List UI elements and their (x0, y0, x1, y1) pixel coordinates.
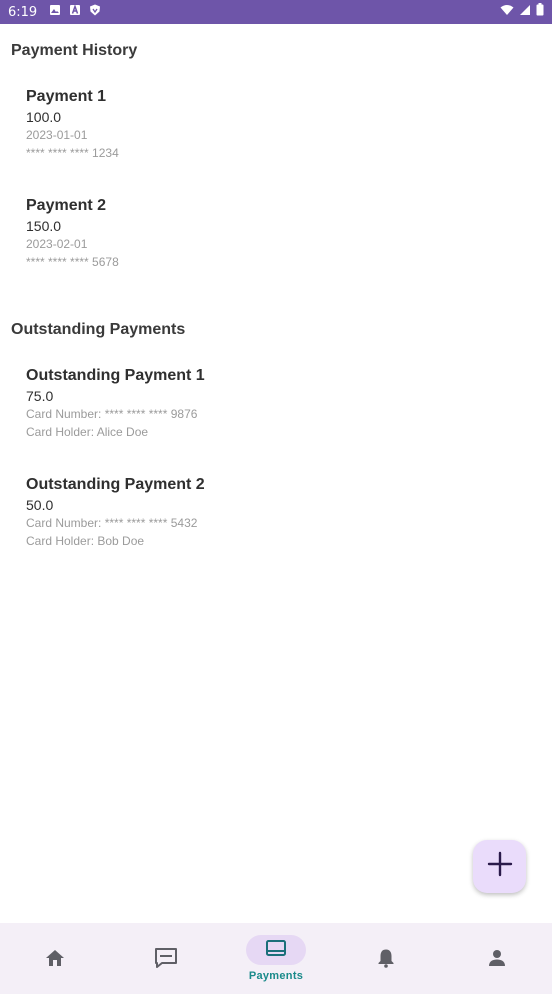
add-payment-button[interactable] (473, 840, 526, 893)
payments-icon (266, 939, 287, 961)
payment-history-title: Payment History (11, 42, 138, 59)
plus-icon (487, 851, 513, 882)
payment-amount: 100.0 (26, 109, 62, 125)
payment-history-item[interactable]: Payment 1 100.0 2023-01-01 **** **** ***… (26, 87, 119, 162)
nav-notifications[interactable] (331, 923, 441, 994)
status-time: 6:19 (8, 4, 38, 20)
outstanding-amount: 50.0 (26, 497, 54, 513)
payment-title: Payment 1 (26, 88, 107, 105)
payment-card: **** **** **** 1234 (26, 146, 119, 160)
nav-profile[interactable] (442, 923, 552, 994)
outstanding-card-number: Card Number: **** **** **** 9876 (26, 407, 198, 421)
outstanding-title: Outstanding Payment 1 (26, 367, 205, 384)
outstanding-amount: 75.0 (26, 388, 54, 404)
person-icon (488, 949, 506, 972)
home-icon (45, 949, 65, 972)
payment-date: 2023-02-01 (26, 237, 88, 251)
nav-payments-label: Payments (248, 970, 304, 982)
status-bar: 6:19 (0, 0, 552, 24)
outstanding-card-holder: Card Holder: Alice Doe (26, 425, 149, 439)
outstanding-payment-item[interactable]: Outstanding Payment 1 75.0 Card Number: … (26, 366, 205, 441)
wifi-icon (500, 3, 514, 21)
nav-home[interactable] (0, 923, 110, 994)
battery-icon (536, 3, 544, 21)
outstanding-card-holder: Card Holder: Bob Doe (26, 534, 145, 548)
outstanding-card-number: Card Number: **** **** **** 5432 (26, 516, 198, 530)
a-icon (69, 3, 81, 21)
payment-history-item[interactable]: Payment 2 150.0 2023-02-01 **** **** ***… (26, 196, 119, 271)
outstanding-payment-item[interactable]: Outstanding Payment 2 50.0 Card Number: … (26, 475, 205, 550)
signal-icon (519, 3, 531, 21)
payment-amount: 150.0 (26, 218, 62, 234)
image-icon (49, 3, 61, 21)
payment-card: **** **** **** 5678 (26, 255, 119, 269)
outstanding-payments-title: Outstanding Payments (11, 321, 186, 338)
outstanding-title: Outstanding Payment 2 (26, 476, 205, 493)
payment-title: Payment 2 (26, 197, 107, 214)
message-icon (154, 947, 178, 974)
bottom-navigation: Payments (0, 923, 552, 994)
shield-icon (89, 3, 101, 21)
nav-payments[interactable]: Payments (221, 923, 331, 994)
nav-messages[interactable] (110, 923, 220, 994)
payment-date: 2023-01-01 (26, 128, 88, 142)
bell-icon (377, 948, 395, 973)
